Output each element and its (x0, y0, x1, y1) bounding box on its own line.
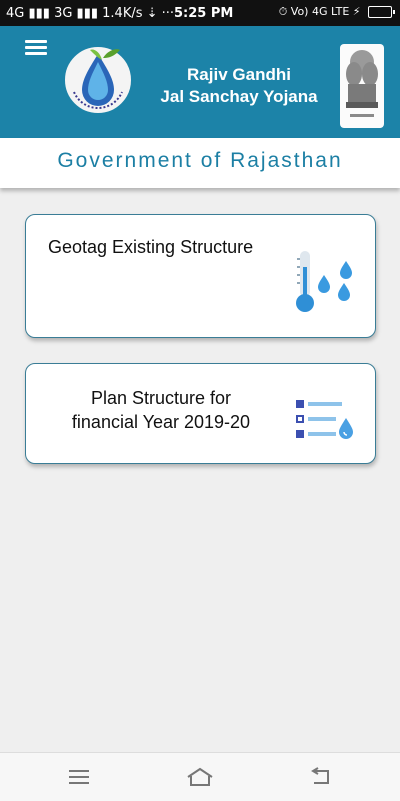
home-icon[interactable] (185, 765, 215, 789)
status-time: 5:25 PM (174, 6, 234, 21)
plan-card-title-line2: financial Year 2019-20 (71, 412, 251, 432)
app-title: Rajiv Gandhi Jal Sanchay Yojana (150, 64, 328, 108)
system-nav-bar (0, 752, 400, 801)
status-indicators: ⏱ Vo) 4G LTE ⚡ (278, 5, 361, 18)
status-signal: 4G ▮▮▮ 3G ▮▮▮ 1.4K/s ⇣ ··· (6, 6, 175, 21)
geotag-card-title: Geotag Existing Structure (48, 237, 254, 257)
plan-card-title-line1: Plan Structure for (90, 388, 232, 408)
list-drop-icon (296, 400, 353, 439)
status-bar: 4G ▮▮▮ 3G ▮▮▮ 1.4K/s ⇣ ··· 5:25 PM ⏱ Vo)… (0, 0, 400, 26)
menu-lines-icon[interactable] (64, 765, 94, 789)
app-header: Rajiv Gandhi Jal Sanchay Yojana (0, 26, 400, 138)
plan-structure-card[interactable]: Plan Structure for financial Year 2019-2… (25, 363, 376, 464)
hamburger-menu-icon[interactable] (25, 40, 47, 56)
plan-card-title: Plan Structure for financial Year 2019-2… (54, 386, 268, 434)
state-emblem (340, 44, 384, 128)
back-icon[interactable] (306, 765, 336, 789)
app-title-line2: Jal Sanchay Yojana (160, 87, 318, 106)
thermometer-drops-icon (296, 251, 352, 312)
subheader: Government of Rajasthan (0, 138, 400, 188)
water-drop-logo (63, 45, 133, 115)
status-right: ⏱ Vo) 4G LTE ⚡ (278, 5, 395, 19)
government-title: Government of Rajasthan (57, 149, 343, 172)
battery-icon (368, 6, 395, 18)
app-title-line1: Rajiv Gandhi (187, 65, 291, 84)
geotag-structure-card[interactable]: Geotag Existing Structure (25, 214, 376, 338)
